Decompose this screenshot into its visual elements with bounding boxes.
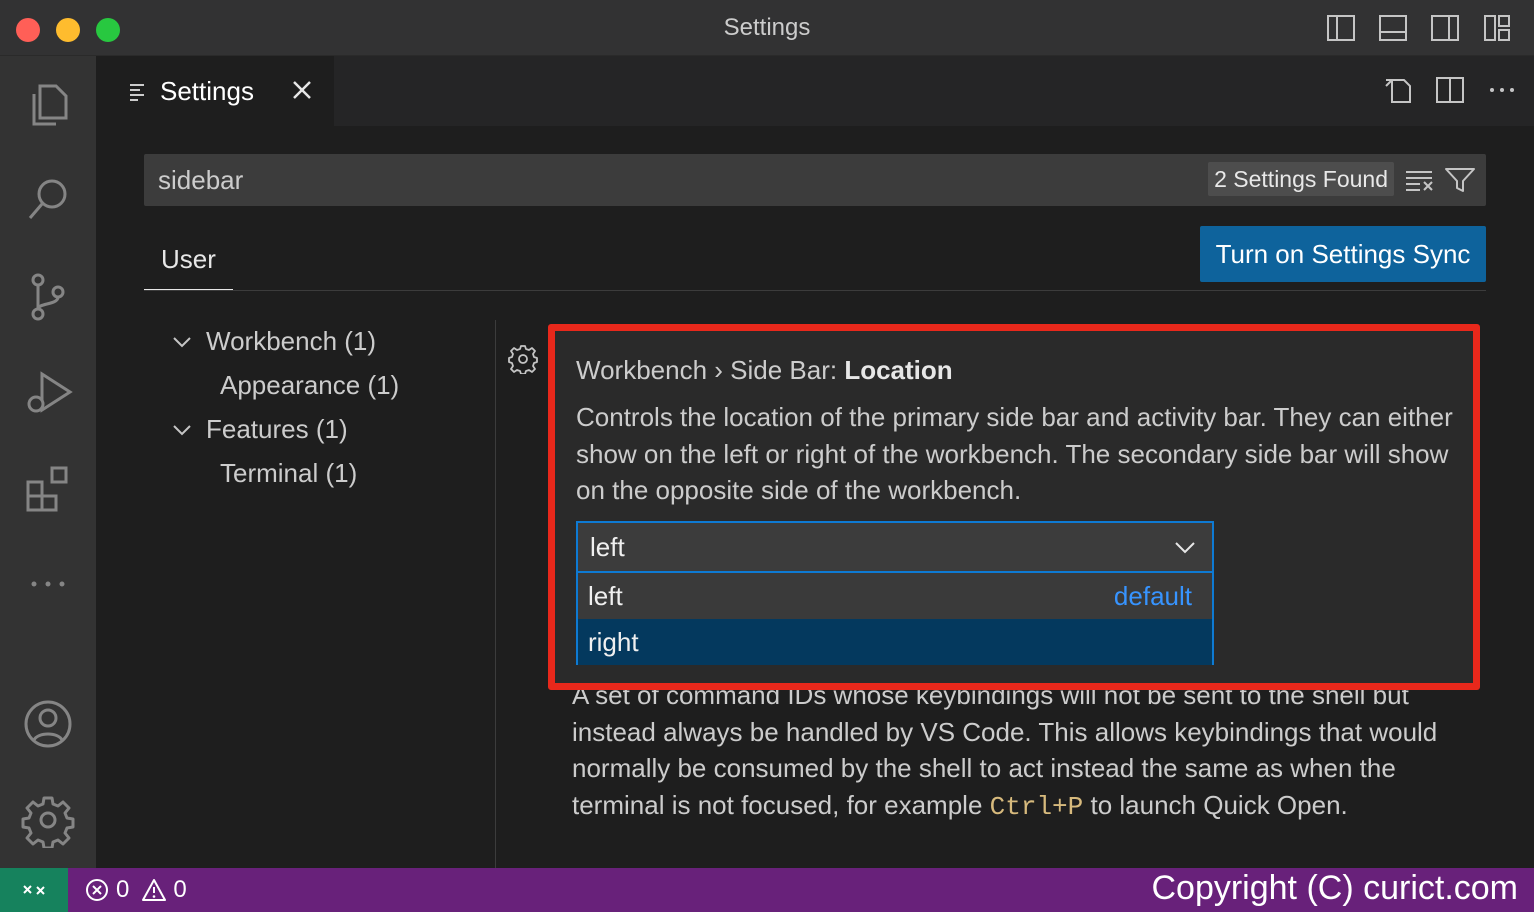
setting-title: Workbench › Side Bar: Location bbox=[576, 355, 953, 386]
toggle-primary-sidebar-icon[interactable] bbox=[1326, 14, 1356, 42]
shortcut-code: Ctrl+P bbox=[989, 791, 1084, 822]
run-debug-icon[interactable] bbox=[18, 362, 78, 422]
tab-bar: Settings bbox=[96, 56, 1534, 126]
default-tag: default bbox=[1113, 580, 1192, 611]
toc-item-appearance[interactable]: Appearance (1) bbox=[220, 370, 399, 401]
copyright-watermark: Copyright (C) curict.com bbox=[1151, 869, 1518, 907]
settings-search-box: 2 Settings Found bbox=[144, 154, 1486, 206]
tab-user-settings[interactable]: User bbox=[144, 236, 233, 291]
settings-table-of-contents: Workbench (1) Appearance (1) Features (1… bbox=[144, 320, 496, 868]
split-editor-icon[interactable] bbox=[1434, 74, 1466, 106]
remote-icon bbox=[23, 885, 45, 895]
toc-item-label: Features (1) bbox=[206, 414, 348, 444]
more-actions-icon[interactable] bbox=[1486, 74, 1518, 106]
toc-item-terminal[interactable]: Terminal (1) bbox=[220, 458, 357, 489]
window-title: Settings bbox=[723, 14, 811, 41]
chevron-down-icon bbox=[1175, 542, 1195, 554]
status-bar: 0 0 Copyright (C) curict.com bbox=[0, 868, 1534, 912]
results-count-badge: 2 Settings Found bbox=[1208, 162, 1394, 196]
editor-area: Settings 2 Settings Found User Turn on S… bbox=[96, 56, 1534, 868]
search-input[interactable] bbox=[144, 154, 1184, 206]
tab-label: Settings bbox=[160, 75, 254, 106]
clear-filter-icon[interactable] bbox=[1404, 166, 1436, 194]
select-dropdown-list: left default right bbox=[576, 573, 1214, 665]
setting-gear-icon[interactable] bbox=[508, 344, 538, 374]
setting-name: Location bbox=[844, 355, 953, 385]
more-views-icon[interactable] bbox=[18, 554, 78, 614]
extensions-icon[interactable] bbox=[18, 458, 78, 518]
warning-icon bbox=[142, 879, 167, 901]
chevron-down-icon bbox=[173, 424, 191, 435]
toc-item-label: Appearance (1) bbox=[220, 370, 400, 400]
divider bbox=[144, 290, 1486, 291]
settings-editor-icon bbox=[130, 84, 144, 101]
warning-count: 0 bbox=[173, 876, 187, 903]
open-settings-json-icon[interactable] bbox=[1382, 74, 1414, 106]
search-icon[interactable] bbox=[18, 170, 78, 230]
accounts-icon[interactable] bbox=[18, 694, 78, 754]
toc-item-features[interactable]: Features (1) bbox=[170, 414, 348, 445]
option-left[interactable]: left default bbox=[578, 573, 1212, 619]
select-value: left bbox=[590, 531, 625, 562]
close-icon[interactable] bbox=[288, 76, 316, 104]
tab-settings[interactable]: Settings bbox=[96, 56, 334, 126]
toc-item-label: Terminal (1) bbox=[220, 458, 358, 488]
setting-category: Workbench › Side Bar: bbox=[576, 355, 845, 385]
customize-layout-icon[interactable] bbox=[1482, 14, 1512, 42]
manage-gear-icon[interactable] bbox=[18, 790, 78, 850]
chevron-down-icon bbox=[173, 336, 191, 347]
error-icon bbox=[86, 879, 108, 901]
problems-indicator[interactable]: 0 0 bbox=[84, 876, 199, 904]
setting-item-sidebar-location: Workbench › Side Bar: Location Controls … bbox=[548, 324, 1480, 690]
toggle-panel-icon[interactable] bbox=[1378, 14, 1408, 42]
title-bar: Settings bbox=[0, 0, 1534, 56]
turn-on-settings-sync-button[interactable]: Turn on Settings Sync bbox=[1200, 226, 1486, 282]
setting-description: Controls the location of the primary sid… bbox=[576, 402, 1453, 505]
remote-indicator[interactable] bbox=[0, 868, 68, 912]
toggle-secondary-sidebar-icon[interactable] bbox=[1430, 14, 1460, 42]
sidebar-location-select[interactable]: left bbox=[576, 521, 1214, 573]
activity-bar bbox=[0, 56, 96, 868]
toc-item-workbench[interactable]: Workbench (1) bbox=[170, 326, 376, 357]
toc-item-label: Workbench (1) bbox=[206, 326, 377, 356]
source-control-icon[interactable] bbox=[18, 266, 78, 326]
option-right[interactable]: right bbox=[578, 619, 1212, 665]
explorer-icon[interactable] bbox=[18, 74, 78, 134]
setting-description: A set of command IDs whose keybindings w… bbox=[572, 680, 1438, 822]
filter-icon[interactable] bbox=[1444, 166, 1476, 194]
error-count: 0 bbox=[116, 876, 130, 903]
